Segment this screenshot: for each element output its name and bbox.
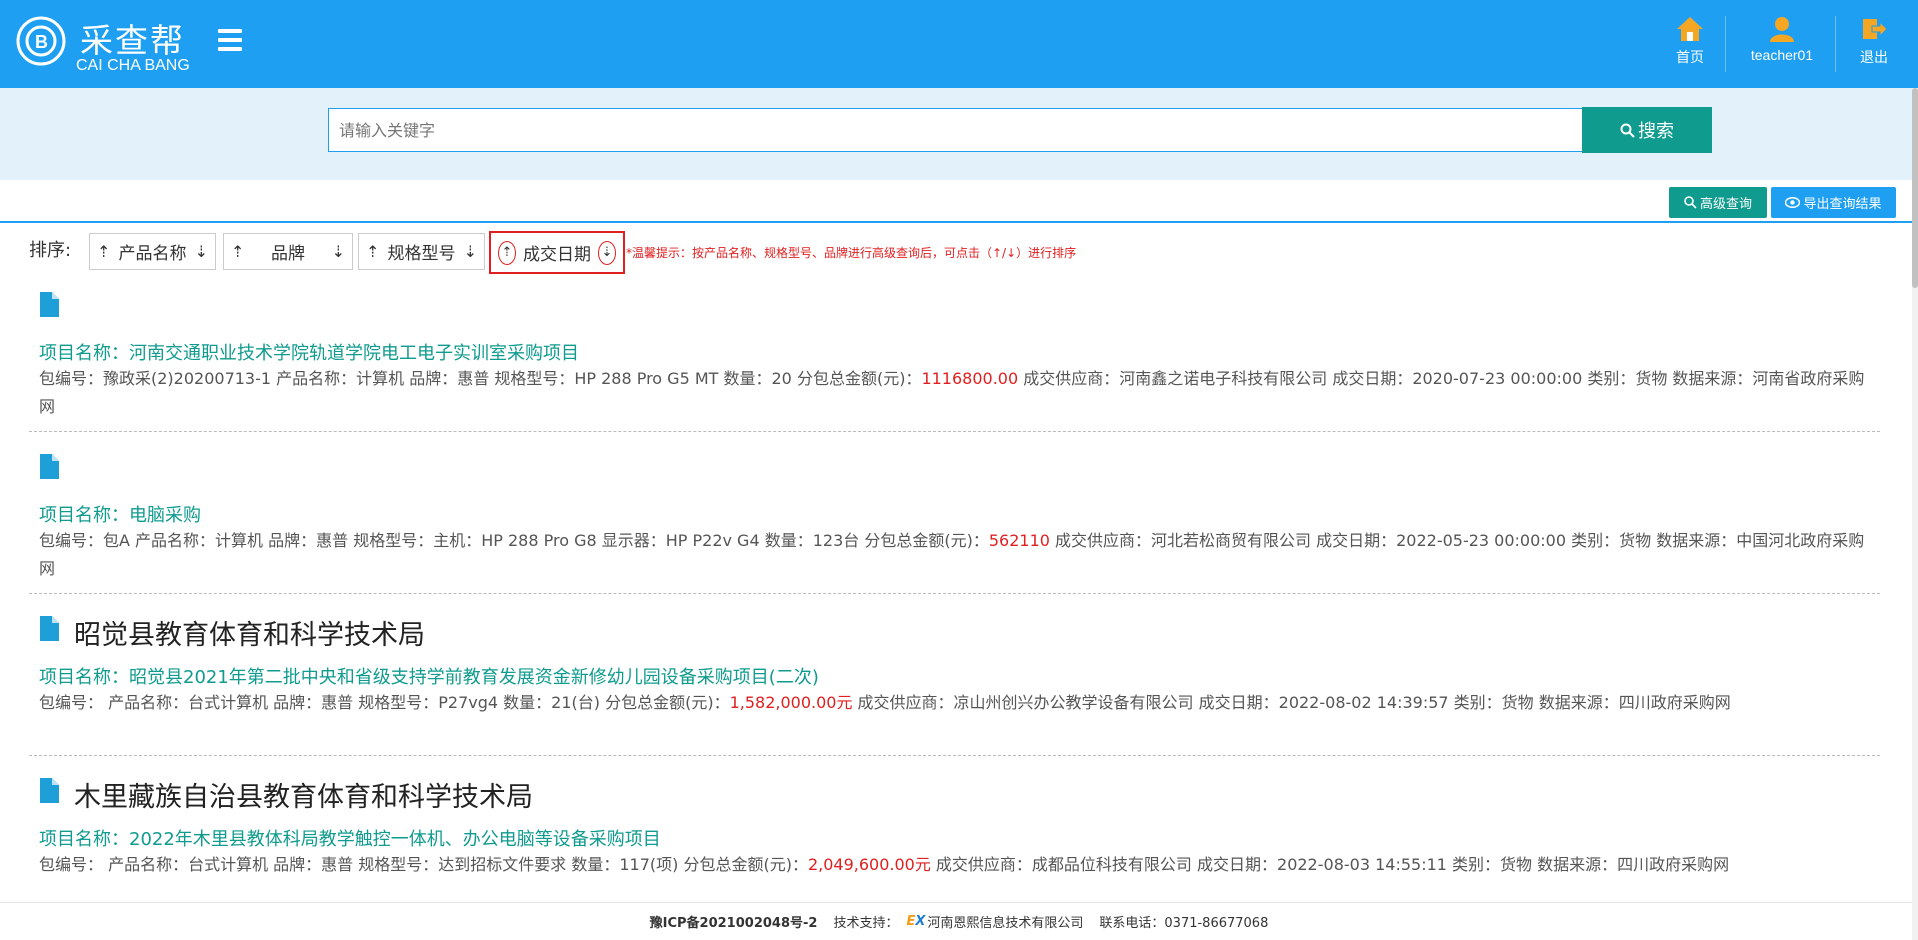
project-name-link[interactable]: 项目名称：电脑采购 — [39, 501, 201, 527]
support-label: 技术支持： — [833, 916, 899, 931]
sort-deal-date: ⇡ 成交日期 ⇣ — [489, 231, 625, 274]
sort-field-label: 成交日期 — [523, 245, 591, 265]
amount-value: 1116800.00 — [921, 369, 1019, 388]
sort-asc-arrow[interactable]: ⇡ — [231, 242, 244, 261]
sort-field-label: 产品名称 — [118, 244, 187, 264]
footer: 豫ICP备2021002048号-2 技术支持： EX 河南恩熙信息技术有限公司… — [0, 902, 1918, 940]
search-icon — [1684, 196, 1697, 209]
logout-icon — [1863, 19, 1888, 39]
organization-title: 木里藏族自治县教育体育和科学技术局 — [74, 782, 533, 813]
scrollbar-thumb[interactable] — [1912, 88, 1918, 288]
vertical-scrollbar[interactable] — [1912, 88, 1918, 940]
detail-text: 包编号：豫政采(2)20200713-1 产品名称：计算机 品牌：惠普 规格型号… — [39, 369, 922, 388]
nav-divider — [1725, 16, 1726, 72]
home-icon — [1677, 17, 1703, 41]
advanced-search-label: 高级查询 — [1699, 197, 1752, 212]
detail-text: 包编号： 产品名称：台式计算机 品牌：惠普 规格型号：P27vg4 数量：21(… — [39, 693, 730, 712]
result-detail: 包编号： 产品名称：台式计算机 品牌：惠普 规格型号：达到招标文件要求 数量：1… — [39, 851, 1877, 879]
sort-product-name: ⇡ 产品名称 ⇣ — [89, 233, 216, 270]
eye-icon — [1785, 197, 1801, 208]
export-results-button[interactable]: 导出查询结果 — [1771, 187, 1896, 218]
sort-model: ⇡ 规格型号 ⇣ — [358, 233, 485, 270]
document-icon — [40, 292, 59, 317]
contact-phone: 联系电话：0371-86677068 — [1099, 916, 1269, 931]
document-icon — [40, 616, 59, 641]
sort-tip: *温馨提示：按产品名称、规格型号、品牌进行高级查询后，可点击（↑/↓）进行排序 — [626, 246, 1077, 260]
divider-line — [0, 221, 1912, 223]
search-button-label: 搜索 — [1638, 121, 1674, 142]
amount-value: 2,049,600.00元 — [807, 855, 931, 874]
nav-user-label: teacher01 — [1750, 47, 1814, 63]
sort-field-label: 规格型号 — [387, 244, 456, 264]
company-logo-icon: EX — [906, 914, 926, 929]
sort-desc-arrow[interactable]: ⇣ — [195, 242, 208, 261]
user-icon — [1770, 17, 1794, 42]
organization-title: 昭觉县教育体育和科学技术局 — [74, 620, 425, 651]
nav-home-label: 首页 — [1676, 49, 1704, 65]
project-name-link[interactable]: 项目名称：2022年木里县教体科局教学触控一体机、办公电脑等设备采购项目 — [39, 825, 661, 851]
icp-link[interactable]: 豫ICP备2021002048号-2 — [650, 912, 818, 931]
amount-value: 1,582,000.00元 — [729, 693, 853, 712]
nav-logout[interactable]: 退出 — [1856, 16, 1892, 72]
search-icon — [1620, 123, 1635, 138]
sort-brand: ⇡ 品牌 ⇣ — [223, 233, 353, 270]
logo-title: 采查帮 — [80, 21, 185, 60]
list-item: 项目名称：电脑采购 包编号：包A 产品名称：计算机 品牌：惠普 规格型号：主机：… — [29, 449, 1880, 594]
nav-home[interactable]: 首页 — [1672, 16, 1708, 72]
export-results-label: 导出查询结果 — [1803, 197, 1882, 212]
company-name: 河南恩熙信息技术有限公司 — [927, 916, 1084, 931]
result-detail: 包编号： 产品名称：台式计算机 品牌：惠普 规格型号：P27vg4 数量：21(… — [39, 689, 1877, 717]
list-item: 木里藏族自治县教育体育和科学技术局 项目名称：2022年木里县教体科局教学触控一… — [29, 773, 1880, 902]
logo-subtitle: CAI CHA BANG — [76, 57, 190, 74]
detail-text: 包编号： 产品名称：台式计算机 品牌：惠普 规格型号：达到招标文件要求 数量：1… — [39, 855, 808, 874]
sort-desc-arrow[interactable]: ⇣ — [598, 240, 616, 265]
list-item: 昭觉县教育体育和科学技术局 项目名称：昭觉县2021年第二批中央和省级支持学前教… — [29, 611, 1880, 756]
list-item: 项目名称：河南交通职业技术学院轨道学院电工电子实训室采购项目 包编号：豫政采(2… — [29, 287, 1880, 432]
project-name-link[interactable]: 项目名称：河南交通职业技术学院轨道学院电工电子实训室采购项目 — [39, 339, 579, 365]
sort-label: 排序: — [29, 240, 72, 261]
advanced-search-button[interactable]: 高级查询 — [1669, 187, 1767, 218]
project-name-link[interactable]: 项目名称：昭觉县2021年第二批中央和省级支持学前教育发展资金新修幼儿园设备采购… — [39, 663, 819, 689]
search-button[interactable]: 搜索 — [1582, 107, 1712, 153]
detail-text: 包编号：包A 产品名称：计算机 品牌：惠普 规格型号：主机：HP 288 Pro… — [39, 531, 989, 550]
document-icon — [40, 778, 59, 803]
nav-logout-label: 退出 — [1860, 49, 1888, 65]
nav-divider — [1835, 16, 1836, 72]
detail-text: 成交供应商：成都品位科技有限公司 成交日期：2022-08-03 14:55:1… — [930, 855, 1730, 874]
top-header: B 采查帮 CAI CHA BANG 首页 teacher01 退出 — [0, 0, 1918, 88]
sort-desc-arrow[interactable]: ⇣ — [464, 242, 477, 261]
menu-toggle-button[interactable] — [218, 29, 242, 51]
nav-user[interactable]: teacher01 — [1740, 16, 1824, 72]
svg-text:B: B — [35, 32, 48, 52]
result-detail: 包编号：包A 产品名称：计算机 品牌：惠普 规格型号：主机：HP 288 Pro… — [39, 527, 1877, 583]
amount-value: 562110 — [988, 531, 1050, 550]
detail-text: 成交供应商：凉山州创兴办公教学设备有限公司 成交日期：2022-08-02 14… — [852, 693, 1731, 712]
sort-desc-arrow[interactable]: ⇣ — [332, 242, 345, 261]
search-input[interactable] — [328, 108, 1584, 152]
result-detail: 包编号：豫政采(2)20200713-1 产品名称：计算机 品牌：惠普 规格型号… — [39, 365, 1877, 421]
sort-asc-arrow[interactable]: ⇡ — [366, 242, 379, 261]
sort-field-label: 品牌 — [271, 244, 305, 264]
logo-icon: B — [16, 16, 66, 66]
document-icon — [40, 454, 59, 479]
sort-asc-arrow[interactable]: ⇡ — [97, 242, 110, 261]
sort-asc-arrow[interactable]: ⇡ — [498, 240, 516, 265]
